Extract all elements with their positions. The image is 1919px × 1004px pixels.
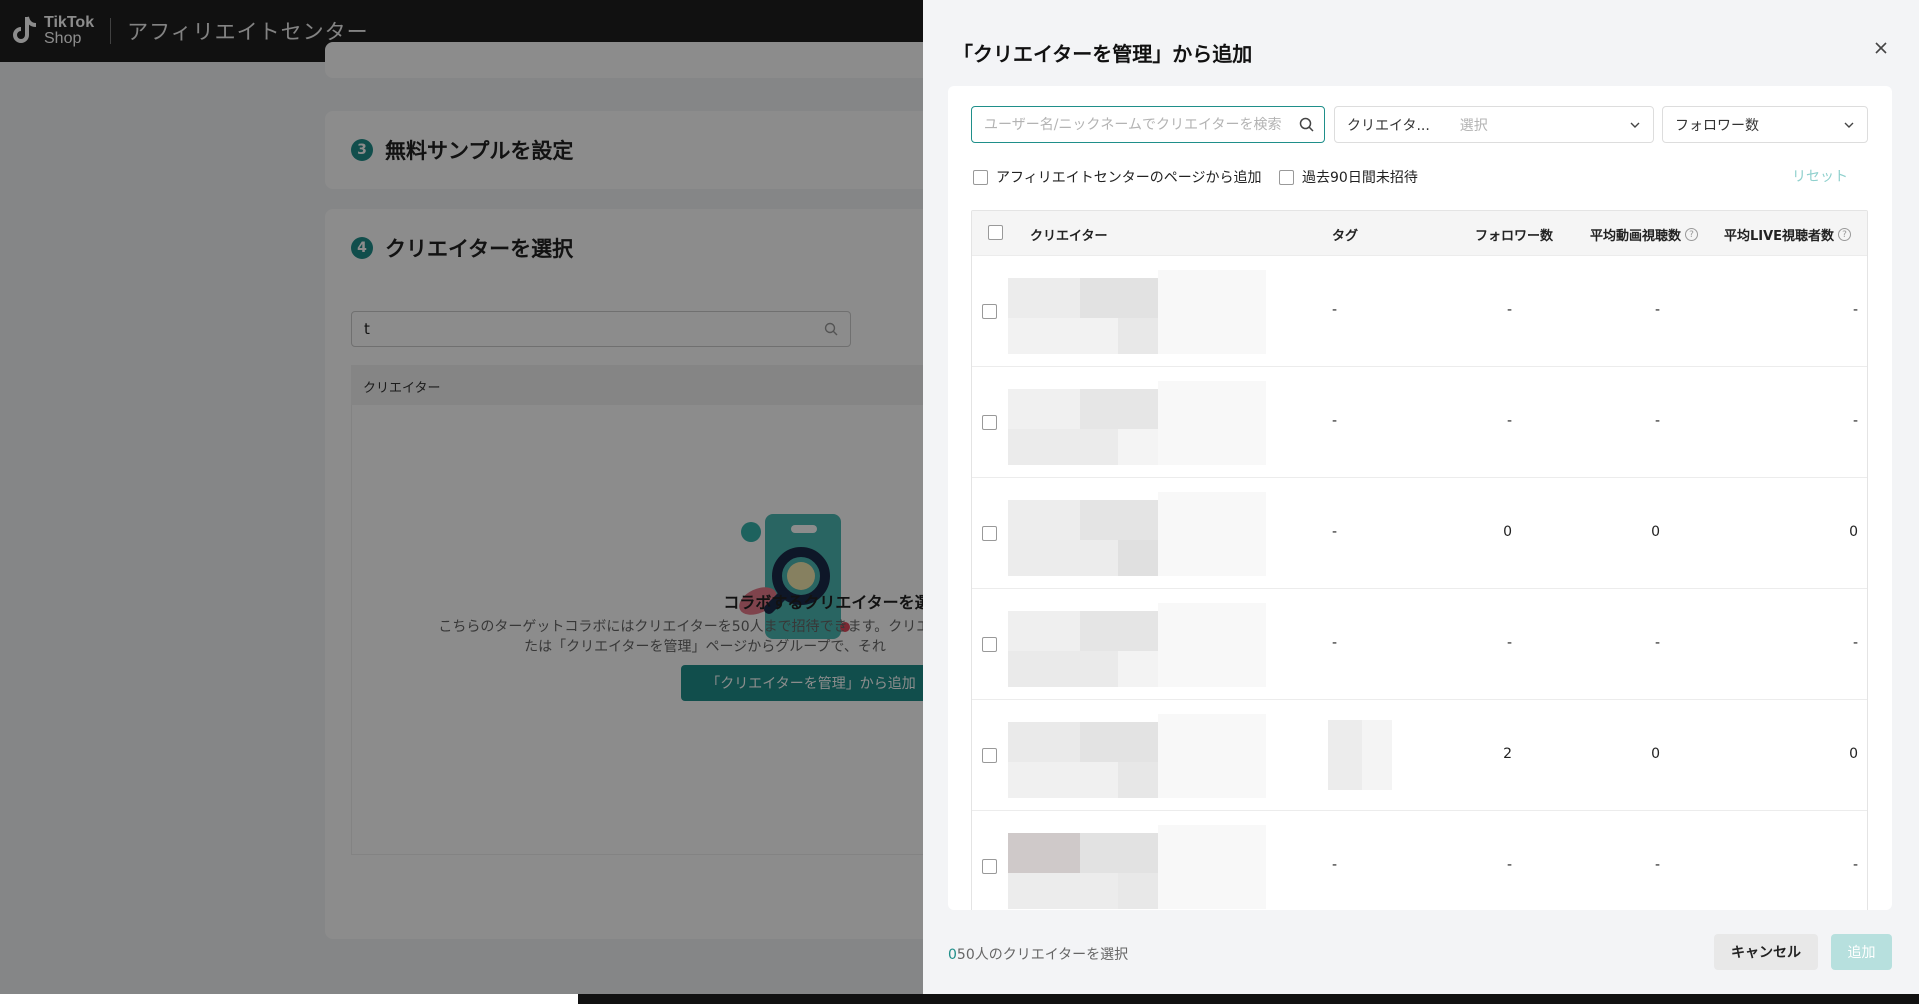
checkbox[interactable] bbox=[973, 169, 988, 185]
creator-select-label: クリエイタ... bbox=[1347, 117, 1430, 134]
close-icon[interactable] bbox=[1869, 36, 1893, 60]
table-row[interactable]: - 0 0 0 bbox=[972, 477, 1867, 588]
table-row[interactable]: 2 0 0 bbox=[972, 699, 1867, 810]
followers-cell: - bbox=[1506, 857, 1512, 873]
creator-search-field[interactable] bbox=[971, 106, 1325, 143]
affiliate-page-checkbox[interactable]: アフィリエイトセンターのページから追加 bbox=[973, 167, 1261, 187]
checkbox[interactable] bbox=[1279, 169, 1294, 185]
avg-live-viewers-cell: 0 bbox=[1849, 524, 1858, 540]
search-icon[interactable] bbox=[1299, 117, 1314, 132]
help-icon[interactable]: ? bbox=[1685, 228, 1699, 241]
creators-table: クリエイター タグ フォロワー数 平均動画視聴数 ? 平均LIVE視聴者数 ? … bbox=[971, 210, 1868, 910]
row-checkbox[interactable] bbox=[982, 304, 997, 319]
row-checkbox[interactable] bbox=[982, 748, 997, 763]
followers-cell: 0 bbox=[1503, 524, 1512, 540]
help-icon[interactable]: ? bbox=[1838, 228, 1852, 241]
chevron-down-icon bbox=[1844, 122, 1854, 128]
row-checkbox[interactable] bbox=[982, 637, 997, 652]
column-avg-live-viewers[interactable]: 平均LIVE視聴者数 ? bbox=[1724, 225, 1852, 244]
reset-link[interactable]: リセット bbox=[1792, 166, 1848, 186]
table-row[interactable]: ---- bbox=[972, 588, 1867, 699]
creator-info-blurred[interactable] bbox=[1008, 825, 1266, 909]
bottom-strip bbox=[578, 994, 1919, 1004]
followers-cell: - bbox=[1506, 635, 1512, 651]
column-label: 平均LIVE視聴者数 bbox=[1724, 229, 1835, 244]
column-creator: クリエイター bbox=[1030, 229, 1108, 244]
tag-cell: - bbox=[1332, 857, 1338, 873]
avg-live-viewers-cell: - bbox=[1852, 857, 1858, 873]
row-checkbox[interactable] bbox=[982, 859, 997, 874]
drawer-title: 「クリエイターを管理」から追加 bbox=[953, 42, 1253, 66]
tag-cell: - bbox=[1332, 524, 1338, 540]
table-row[interactable]: ---- bbox=[972, 810, 1867, 910]
creator-info-blurred[interactable] bbox=[1008, 714, 1266, 798]
followers-select[interactable]: フォロワー数 bbox=[1662, 106, 1868, 143]
avg-video-views-cell: - bbox=[1654, 857, 1660, 873]
creator-group-select[interactable]: クリエイタ... 選択 bbox=[1334, 106, 1654, 143]
creator-info-blurred[interactable] bbox=[1008, 270, 1266, 354]
avg-live-viewers-cell: - bbox=[1852, 635, 1858, 651]
creator-search-input[interactable] bbox=[972, 107, 1282, 142]
creator-info-blurred[interactable] bbox=[1008, 603, 1266, 687]
avg-video-views-cell: 0 bbox=[1651, 746, 1660, 762]
avg-video-views-cell: - bbox=[1654, 413, 1660, 429]
table-header: クリエイター タグ フォロワー数 平均動画視聴数 ? 平均LIVE視聴者数 ? bbox=[972, 211, 1867, 255]
add-creators-drawer: 「クリエイターを管理」から追加 クリエイタ... 選択 フォロワー数 アフィリエ… bbox=[923, 0, 1919, 994]
followers-cell: - bbox=[1506, 302, 1512, 318]
chevron-down-icon bbox=[1630, 122, 1640, 128]
creator-info-blurred[interactable] bbox=[1008, 492, 1266, 576]
column-tag: タグ bbox=[1332, 229, 1359, 244]
row-checkbox[interactable] bbox=[982, 415, 997, 430]
selection-count: 050人のクリエイターを選択 bbox=[948, 944, 1128, 964]
checkbox-label: 過去90日間未招待 bbox=[1302, 170, 1418, 186]
column-followers[interactable]: フォロワー数 bbox=[1475, 225, 1553, 244]
creator-info-blurred[interactable] bbox=[1008, 381, 1266, 465]
followers-select-label: フォロワー数 bbox=[1675, 117, 1759, 134]
column-avg-video-views[interactable]: 平均動画視聴数 ? bbox=[1590, 225, 1699, 244]
tag-cell: - bbox=[1332, 413, 1338, 429]
row-checkbox[interactable] bbox=[982, 526, 997, 541]
followers-cell: 2 bbox=[1503, 746, 1512, 762]
not-invited-90days-checkbox[interactable]: 過去90日間未招待 bbox=[1279, 167, 1418, 187]
avg-video-views-cell: - bbox=[1654, 635, 1660, 651]
avg-live-viewers-cell: - bbox=[1852, 413, 1858, 429]
avg-live-viewers-cell: - bbox=[1852, 302, 1858, 318]
cancel-button[interactable]: キャンセル bbox=[1714, 934, 1818, 970]
column-label: 平均動画視聴数 bbox=[1590, 229, 1682, 244]
drawer-panel: クリエイタ... 選択 フォロワー数 アフィリエイトセンターのページから追加 過… bbox=[948, 86, 1892, 910]
checkbox-label: アフィリエイトセンターのページから追加 bbox=[996, 170, 1262, 186]
table-row[interactable]: ---- bbox=[972, 255, 1867, 366]
modal-overlay[interactable] bbox=[0, 0, 923, 994]
table-row[interactable]: ---- bbox=[972, 366, 1867, 477]
tag-cell: - bbox=[1332, 302, 1338, 318]
tag-cell: - bbox=[1332, 635, 1338, 651]
avg-video-views-cell: 0 bbox=[1651, 524, 1660, 540]
select-all-checkbox[interactable] bbox=[988, 225, 1003, 240]
selection-limit-text: 50人のクリエイターを選択 bbox=[956, 947, 1129, 963]
avg-video-views-cell: - bbox=[1654, 302, 1660, 318]
add-button[interactable]: 追加 bbox=[1831, 934, 1892, 970]
avg-live-viewers-cell: 0 bbox=[1849, 746, 1858, 762]
followers-cell: - bbox=[1506, 413, 1512, 429]
creator-select-placeholder: 選択 bbox=[1459, 117, 1488, 134]
selected-count: 0 bbox=[948, 947, 957, 963]
tag-blurred bbox=[1328, 720, 1392, 790]
